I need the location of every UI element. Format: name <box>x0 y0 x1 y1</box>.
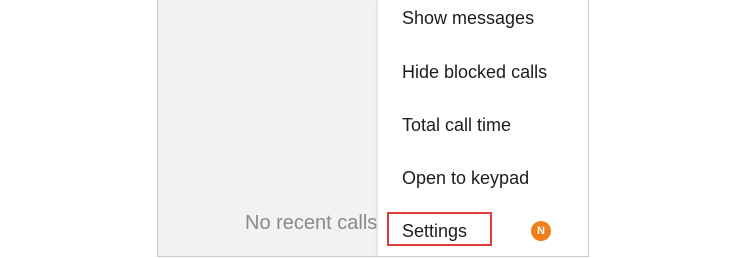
menu-item-total-call-time[interactable]: Total call time <box>402 105 511 145</box>
menu-item-show-messages[interactable]: Show messages <box>402 0 534 38</box>
menu-item-settings[interactable]: Settings <box>402 211 467 251</box>
menu-item-open-to-keypad[interactable]: Open to keypad <box>402 158 529 198</box>
overflow-menu: Show messages Hide blocked calls Total c… <box>378 0 588 256</box>
no-recent-calls-text: No recent calls <box>245 212 378 234</box>
phone-screen: No recent calls Show messages Hide block… <box>157 0 589 257</box>
settings-new-badge: N <box>531 221 551 241</box>
menu-item-hide-blocked-calls[interactable]: Hide blocked calls <box>402 52 547 92</box>
